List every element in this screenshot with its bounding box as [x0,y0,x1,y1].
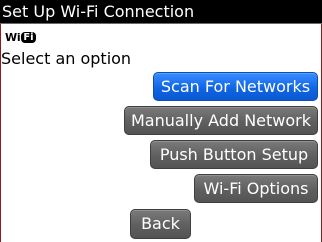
manually-add-network-button[interactable]: Manually Add Network [124,106,318,135]
back-button[interactable]: Back [130,209,191,239]
prompt-label: Select an option [1,49,132,68]
wifi-logo-text-right: Fi [21,32,36,43]
title-divider [0,23,322,24]
window-title: Set Up Wi-Fi Connection [2,2,195,21]
scan-for-networks-button[interactable]: Scan For Networks [153,72,318,101]
title-bar: Set Up Wi-Fi Connection [0,0,322,23]
wifi-logo-text-left: Wi [5,31,21,44]
push-button-setup-button[interactable]: Push Button Setup [150,140,318,169]
wifi-logo-icon: Wi Fi [5,31,36,44]
wifi-options-button[interactable]: Wi-Fi Options [194,174,318,203]
